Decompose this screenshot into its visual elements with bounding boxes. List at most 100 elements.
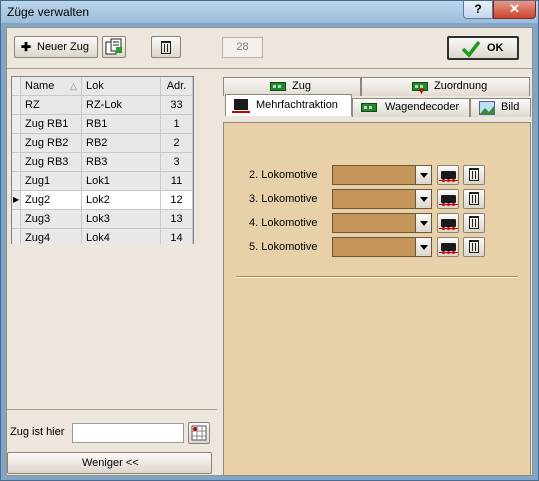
select-loco-button[interactable] (437, 165, 459, 185)
dialog-client: ✚ Neuer Zug 28 OK Name △ Lok Adr. RZ RZ-… (6, 27, 533, 476)
red-arrow-icon: ▼ (417, 86, 426, 96)
table-cell-name: Zug2 (21, 191, 82, 209)
table-cell-adr: 33 (161, 96, 193, 114)
multi-loco-icon (234, 99, 248, 110)
table-cell-name: Zug1 (21, 172, 82, 190)
column-header-adr[interactable]: Adr. (161, 77, 193, 95)
wagon-decoder-icon (361, 103, 377, 112)
table-row[interactable]: Zug1 Lok1 11 (12, 172, 193, 191)
new-train-button[interactable]: ✚ Neuer Zug (14, 36, 98, 58)
column-header-lok[interactable]: Lok (82, 77, 161, 95)
panel-divider (236, 276, 518, 278)
checkmark-icon (461, 40, 481, 58)
table-cell-lok: Lok3 (82, 210, 161, 228)
chevron-down-icon[interactable] (415, 166, 431, 184)
trash-icon (161, 41, 171, 54)
copy-train-button[interactable] (102, 36, 126, 58)
weniger-label: Weniger << (82, 457, 139, 469)
remove-loco-button[interactable] (463, 189, 485, 209)
row-indicator: ▶ (12, 191, 21, 209)
remove-loco-button[interactable] (463, 237, 485, 257)
table-cell-adr: 2 (161, 134, 193, 152)
picture-icon (479, 101, 495, 115)
loco-label: 4. Lokomotive (249, 217, 318, 229)
help-button[interactable]: ? (463, 1, 493, 19)
weniger-button[interactable]: Weniger << (7, 452, 212, 474)
tab-zuordnung-label: Zuordnung (434, 80, 488, 92)
loco-label: 3. Lokomotive (249, 193, 318, 205)
decoder-icon (270, 82, 286, 91)
row-indicator-header (12, 77, 21, 95)
locomotive-icon (439, 195, 458, 206)
table-row[interactable]: Zug3 Lok3 13 (12, 210, 193, 229)
tab-bild[interactable]: Bild (470, 98, 531, 117)
tab-wagendecoder-label: Wagendecoder (385, 101, 460, 113)
loco-select[interactable] (332, 189, 432, 209)
trash-icon (469, 192, 479, 205)
table-header: Name △ Lok Adr. (12, 77, 193, 96)
table-cell-adr: 3 (161, 153, 193, 171)
table-cell-adr: 1 (161, 115, 193, 133)
window: Züge verwalten ? ✕ ✚ Neuer Zug 28 OK Nam… (0, 0, 539, 481)
remove-loco-button[interactable] (463, 165, 485, 185)
locomotive-icon (439, 243, 458, 254)
window-title: Züge verwalten (7, 5, 90, 19)
select-loco-button[interactable] (437, 237, 459, 257)
table-cell-name: RZ (21, 96, 82, 114)
table-row[interactable]: ▶ Zug2 Lok2 12 (12, 191, 193, 210)
ok-label: OK (487, 42, 504, 54)
row-indicator (12, 172, 21, 190)
row-indicator (12, 153, 21, 171)
loco-select[interactable] (332, 165, 432, 185)
plus-icon: ✚ (21, 40, 32, 54)
table-row[interactable]: Zug RB1 RB1 1 (12, 115, 193, 134)
row-indicator (12, 115, 21, 133)
mehrfachtraktion-panel: 2. Lokomotive 3. Lokomotive 4. Lokomotive 5… (223, 122, 531, 476)
row-indicator (12, 134, 21, 152)
new-train-label: Neuer Zug (37, 41, 89, 53)
zug-ist-hier-label: Zug ist hier (10, 426, 65, 438)
grid-pick-icon (191, 425, 207, 441)
copy-icon (105, 38, 122, 55)
remove-loco-button[interactable] (463, 213, 485, 233)
ok-button[interactable]: OK (447, 36, 519, 60)
table-cell-name: Zug RB1 (21, 115, 82, 133)
table-cell-lok: RB2 (82, 134, 161, 152)
zug-ist-hier-field[interactable] (72, 423, 184, 443)
chevron-down-icon[interactable] (415, 238, 431, 256)
tab-wagendecoder[interactable]: Wagendecoder (352, 98, 470, 117)
table-cell-lok: Lok1 (82, 172, 161, 190)
delete-train-button[interactable] (151, 36, 181, 58)
chevron-down-icon[interactable] (415, 214, 431, 232)
zug-location-picker-button[interactable] (188, 422, 210, 444)
loco-select[interactable] (332, 237, 432, 257)
table-row[interactable]: Zug RB3 RB3 3 (12, 153, 193, 172)
table-cell-adr: 11 (161, 172, 193, 190)
close-button[interactable]: ✕ (493, 1, 536, 19)
column-header-name[interactable]: Name △ (21, 77, 82, 95)
sort-triangle-icon: △ (70, 81, 77, 91)
multi-loco-rail-icon (232, 111, 250, 113)
toolbar-separator (7, 68, 532, 69)
tab-zuordnung[interactable]: ▼ Zuordnung (361, 77, 530, 96)
table-cell-name: Zug RB3 (21, 153, 82, 171)
train-table[interactable]: Name △ Lok Adr. RZ RZ-Lok 33 Zug RB1 RB1 1 Zug… (11, 76, 194, 248)
loco-select[interactable] (332, 213, 432, 233)
table-row[interactable]: RZ RZ-Lok 33 (12, 96, 193, 115)
trash-icon (469, 216, 479, 229)
table-row[interactable]: Zug RB2 RB2 2 (12, 134, 193, 153)
title-bar: Züge verwalten ? ✕ (1, 1, 538, 23)
select-loco-button[interactable] (437, 189, 459, 209)
tab-bild-label: Bild (501, 101, 520, 113)
chevron-down-icon[interactable] (415, 190, 431, 208)
table-cell-lok: RZ-Lok (82, 96, 161, 114)
trash-icon (469, 168, 479, 181)
locomotive-icon (439, 171, 458, 182)
bottom-separator (7, 409, 217, 410)
table-cell-adr: 12 (161, 191, 193, 209)
left-panel-blank (11, 244, 194, 399)
select-loco-button[interactable] (437, 213, 459, 233)
tab-mehrfachtraktion[interactable]: Mehrfachtraktion (225, 94, 352, 116)
tab-zug-label: Zug (292, 80, 311, 92)
tab-mehrfachtraktion-label: Mehrfachtraktion (256, 99, 338, 111)
